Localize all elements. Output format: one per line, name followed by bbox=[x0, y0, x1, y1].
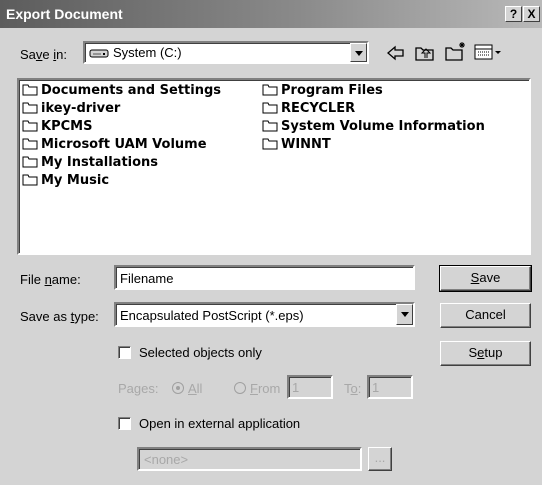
browse-button[interactable]: ... bbox=[368, 447, 392, 471]
pages-from-radio[interactable] bbox=[234, 382, 246, 394]
export-dialog: Export Document ? X Save in: System (C:) bbox=[0, 0, 542, 485]
folder-icon bbox=[22, 173, 38, 190]
save-as-type-combo[interactable]: Encapsulated PostScript (*.eps) bbox=[114, 302, 415, 327]
folder-icon bbox=[262, 137, 278, 154]
folder-icon bbox=[262, 101, 278, 118]
folder-icon bbox=[262, 119, 278, 136]
setup-button[interactable]: Setup bbox=[440, 341, 531, 366]
folder-item[interactable]: Documents and Settings bbox=[22, 83, 221, 101]
file-list[interactable]: Documents and Settings ikey-driver KPCMS… bbox=[17, 78, 531, 255]
close-button[interactable]: X bbox=[523, 6, 540, 22]
back-icon[interactable] bbox=[386, 44, 406, 65]
open-external-checkbox[interactable] bbox=[118, 417, 131, 430]
folder-icon bbox=[262, 83, 278, 100]
folder-icon bbox=[22, 83, 38, 100]
save-button[interactable]: Save bbox=[439, 265, 532, 292]
save-in-value: System (C:) bbox=[113, 45, 182, 60]
cancel-button[interactable]: Cancel bbox=[440, 303, 531, 328]
view-menu-icon[interactable] bbox=[474, 43, 504, 64]
help-button[interactable]: ? bbox=[505, 6, 522, 22]
drive-icon bbox=[89, 46, 109, 63]
pages-from-label: From bbox=[250, 381, 281, 396]
folder-item[interactable]: Microsoft UAM Volume bbox=[22, 137, 207, 155]
save-in-combo[interactable]: System (C:) bbox=[83, 41, 369, 64]
pages-to-label: To: bbox=[344, 381, 362, 396]
folder-item[interactable]: WINNT bbox=[262, 137, 331, 155]
folder-item[interactable]: My Music bbox=[22, 173, 109, 191]
folder-item[interactable]: My Installations bbox=[22, 155, 158, 173]
folder-icon bbox=[22, 101, 38, 118]
pages-all-label: All bbox=[188, 381, 203, 396]
save-in-label: Save in: bbox=[20, 47, 67, 62]
folder-item[interactable]: KPCMS bbox=[22, 119, 92, 137]
selected-only-checkbox[interactable] bbox=[118, 346, 131, 359]
file-name-label: File name: bbox=[20, 272, 81, 287]
external-app-input[interactable]: <none> bbox=[137, 447, 362, 471]
window-title: Export Document bbox=[6, 6, 123, 22]
pages-all-radio[interactable] bbox=[172, 382, 184, 394]
folder-item[interactable]: RECYCLER bbox=[262, 101, 355, 119]
folder-item[interactable]: Program Files bbox=[262, 83, 383, 101]
folder-item[interactable]: ikey-driver bbox=[22, 101, 120, 119]
save-as-type-dropdown-arrow[interactable] bbox=[396, 304, 413, 325]
up-folder-icon[interactable] bbox=[414, 43, 436, 66]
file-name-input[interactable]: Filename bbox=[114, 265, 415, 290]
pages-from-input[interactable]: 1 bbox=[287, 375, 333, 399]
folder-icon bbox=[22, 155, 38, 172]
save-in-dropdown-arrow[interactable] bbox=[350, 43, 367, 62]
open-external-label: Open in external application bbox=[139, 416, 301, 431]
save-as-type-label: Save as type: bbox=[20, 309, 99, 324]
folder-icon bbox=[22, 119, 38, 136]
pages-label: Pages: bbox=[118, 381, 159, 396]
folder-item[interactable]: System Volume Information bbox=[262, 119, 485, 137]
pages-to-input[interactable]: 1 bbox=[367, 375, 413, 399]
folder-icon bbox=[22, 137, 38, 154]
new-folder-icon[interactable] bbox=[444, 40, 468, 65]
title-bar[interactable]: Export Document ? X bbox=[0, 0, 542, 28]
selected-only-label: Selected objects only bbox=[139, 345, 262, 360]
